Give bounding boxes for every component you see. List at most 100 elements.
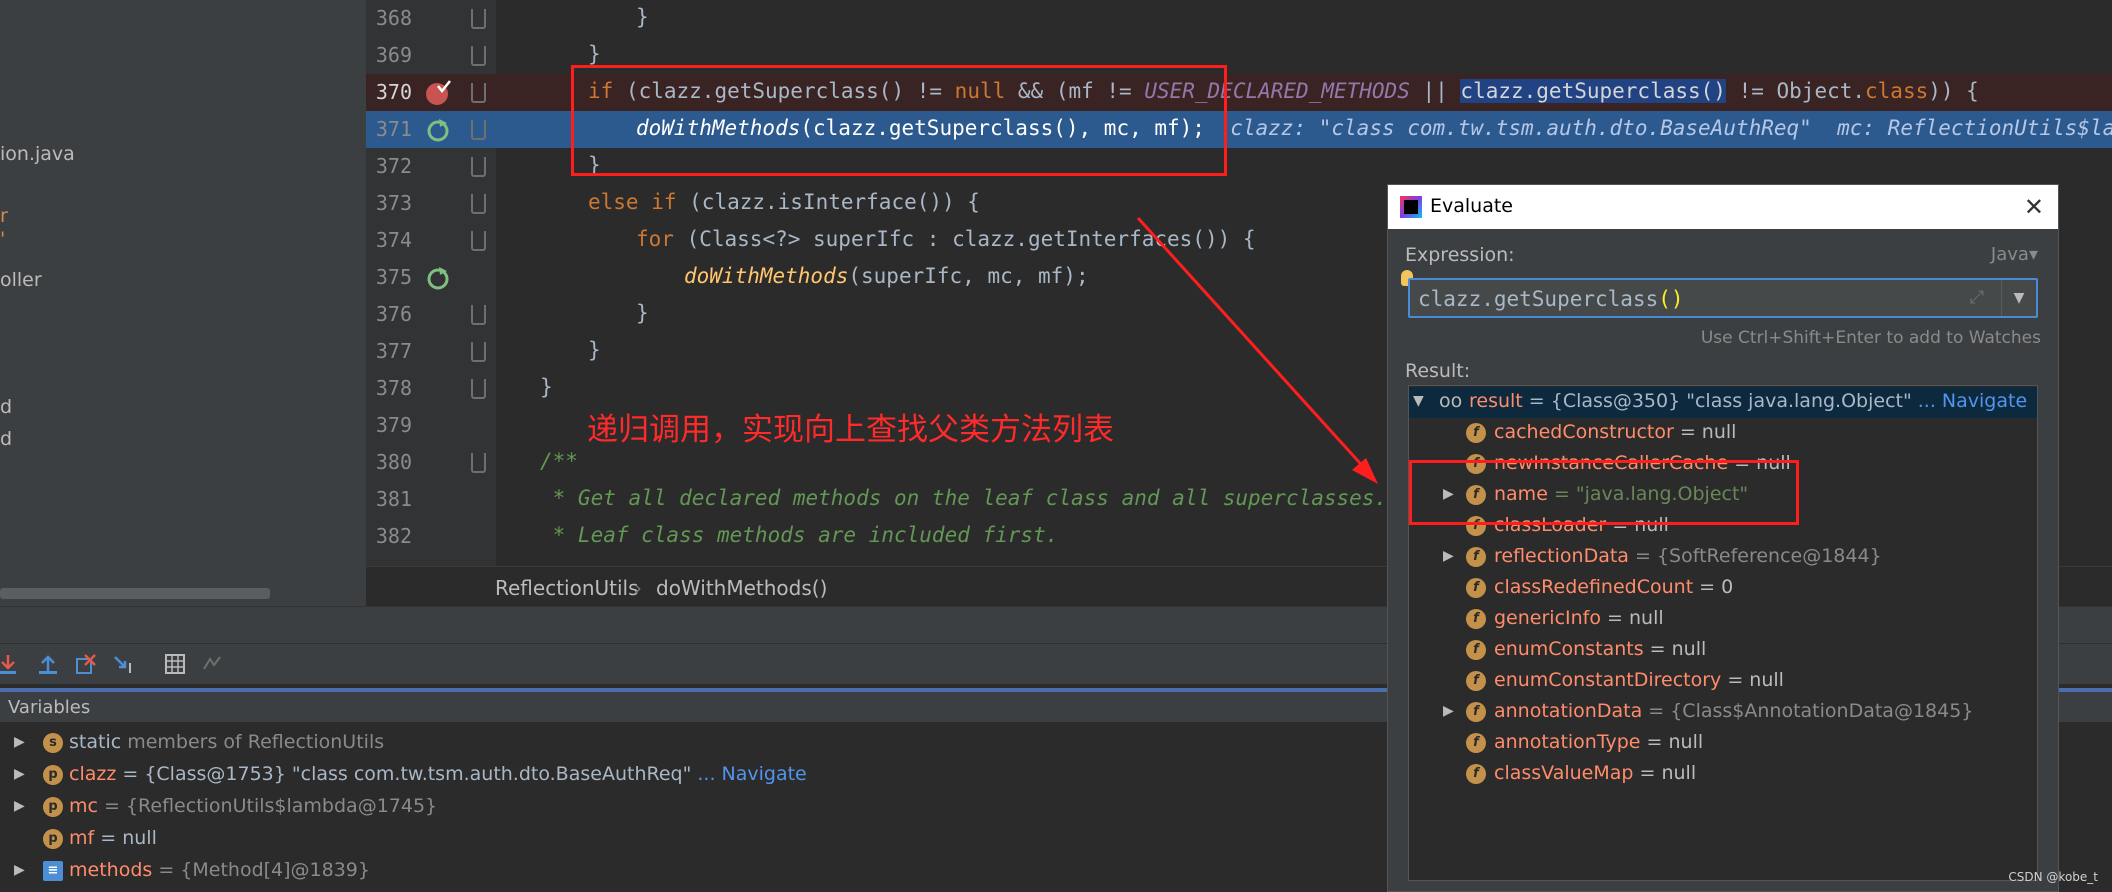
fold-marker-icon[interactable] [471, 305, 486, 325]
field-row[interactable]: f annotationType = null [1409, 728, 2037, 759]
watches-hint: Use Ctrl+Shift+Enter to add to Watches [1700, 328, 2041, 348]
fold-marker-icon[interactable] [471, 46, 486, 66]
language-dropdown[interactable]: Java▾ [1991, 244, 2038, 265]
field-row[interactable]: f classRedefinedCount = 0 [1409, 573, 2037, 604]
expression-input[interactable]: clazz.getSuperclass() ⤢ ▼ [1408, 278, 2038, 318]
variables-title: Variables [8, 697, 91, 718]
field-row[interactable]: ▶ f reflectionData = {SoftReference@1844… [1409, 542, 2037, 573]
run-to-cursor-icon[interactable] [112, 651, 138, 677]
fold-marker-icon[interactable] [471, 83, 486, 103]
fold-marker-icon[interactable] [471, 379, 486, 399]
code-text: } [588, 338, 601, 362]
breadcrumb-item[interactable]: doWithMethods() [656, 576, 827, 600]
fold-marker-icon[interactable] [471, 157, 486, 177]
field-icon: f [1466, 764, 1486, 784]
expand-editor-icon[interactable]: ⤢ [1970, 287, 1984, 308]
code-text: /** [540, 449, 578, 473]
evaluate-expression-icon[interactable] [162, 651, 188, 677]
line-number: 371 [375, 117, 412, 141]
line-number: 373 [375, 191, 412, 215]
array-badge-icon: ≡ [43, 861, 63, 881]
expand-arrow-icon[interactable]: ▶ [1443, 703, 1454, 719]
method-recursion-icon[interactable] [425, 117, 451, 143]
field-row[interactable]: ▶ f annotationData = {Class$AnnotationDa… [1409, 697, 2037, 728]
breakpoint-icon[interactable] [425, 80, 451, 106]
field-row[interactable]: f enumConstantDirectory = null [1409, 666, 2037, 697]
expand-arrow-icon[interactable]: ▶ [1443, 548, 1454, 564]
line-number: 382 [375, 524, 412, 548]
parameter-badge-icon: p [43, 797, 63, 817]
drop-frame-icon[interactable] [73, 651, 99, 677]
project-item[interactable]: d [0, 428, 12, 450]
field-row[interactable]: f enumConstants = null [1409, 635, 2037, 666]
variable-row[interactable]: ▶ s static members of ReflectionUtils [0, 728, 1380, 760]
code-text: } [540, 375, 553, 399]
project-item[interactable]: ' [0, 228, 5, 250]
code-text: } [588, 42, 601, 66]
project-item[interactable]: oller [0, 269, 42, 291]
chevron-right-icon: › [634, 576, 642, 600]
code-text: * Get all declared methods on the leaf c… [540, 486, 1388, 510]
variable-row[interactable]: ▶ p clazz = {Class@1753} "class com.tw.t… [0, 760, 1380, 792]
code-text: for (Class<?> superIfc : clazz.getInterf… [636, 227, 1256, 251]
chevron-down-icon: ▾ [2028, 244, 2038, 265]
field-icon: f [1466, 547, 1486, 567]
line-number: 377 [375, 339, 412, 363]
field-row[interactable]: f genericInfo = null [1409, 604, 2037, 635]
fold-marker-icon[interactable] [471, 120, 486, 140]
watermark: CSDN @kobe_t [2008, 870, 2098, 884]
fold-marker-icon[interactable] [471, 453, 486, 473]
fold-marker-icon[interactable] [471, 342, 486, 362]
project-item[interactable]: d [0, 396, 12, 418]
code-text: } [636, 5, 649, 29]
field-row[interactable]: f cachedConstructor = null [1409, 418, 2037, 449]
variable-row[interactable]: ▶ ≡ methods = {Method[4]@1839} [0, 856, 1380, 888]
field-icon: f [1466, 640, 1486, 660]
collapse-arrow-icon[interactable]: ▼ [1413, 393, 1424, 409]
code-text: } [636, 301, 649, 325]
method-recursion-icon[interactable] [425, 265, 451, 291]
step-into-icon[interactable] [0, 651, 22, 677]
code-text: * Leaf class methods are included first. [540, 523, 1059, 547]
project-scrollbar[interactable] [0, 588, 270, 599]
fold-marker-icon[interactable] [471, 194, 486, 214]
breadcrumb-item[interactable]: ReflectionUtils [495, 576, 639, 600]
field-icon: f [1466, 671, 1486, 691]
field-icon: f [1466, 702, 1486, 722]
code-line: 368 } [366, 0, 2112, 37]
field-icon: f [1466, 423, 1486, 443]
variable-row[interactable]: ▶ p mc = {ReflectionUtils$lambda@1745} [0, 792, 1380, 824]
close-icon[interactable]: ✕ [2024, 193, 2044, 221]
step-out-icon[interactable] [35, 651, 61, 677]
trace-icon[interactable] [200, 651, 226, 677]
fold-marker-icon[interactable] [471, 9, 486, 29]
variable-row[interactable]: p mf = null [0, 824, 1380, 856]
parameter-badge-icon: p [43, 765, 63, 785]
expand-arrow-icon[interactable]: ▶ [14, 862, 25, 878]
result-root-row[interactable]: ▼ oo result = {Class@350} "class java.la… [1409, 387, 2037, 418]
expand-arrow-icon[interactable]: ▶ [14, 766, 25, 782]
code-text: doWithMethods(superIfc, mc, mf); [684, 264, 1089, 288]
field-row[interactable]: f classValueMap = null [1409, 759, 2037, 790]
annotation-highlight-box [571, 65, 1227, 176]
evaluate-titlebar[interactable]: Evaluate ✕ [1388, 185, 2058, 229]
watch-glasses-icon: oo [1439, 390, 1463, 412]
expand-arrow-icon[interactable]: ▶ [14, 798, 25, 814]
evaluate-title: Evaluate [1430, 195, 1513, 217]
field-icon: f [1466, 609, 1486, 629]
code-text: else if (clazz.isInterface()) { [588, 190, 980, 214]
annotation-text: 递归调用，实现向上查找父类方法列表 [587, 412, 1114, 448]
static-badge-icon: s [43, 733, 63, 753]
fold-marker-icon[interactable] [471, 231, 486, 251]
line-number: 372 [375, 154, 412, 178]
project-item[interactable]: r [0, 205, 8, 227]
line-number: 379 [375, 413, 412, 437]
intellij-logo-icon [1400, 196, 1422, 218]
line-number: 380 [375, 450, 412, 474]
project-item[interactable]: ion.java [0, 143, 75, 165]
history-dropdown-icon[interactable]: ▼ [2001, 280, 2036, 316]
line-number: 368 [375, 6, 412, 30]
expand-arrow-icon[interactable]: ▶ [14, 734, 25, 750]
field-icon: f [1466, 578, 1486, 598]
parameter-badge-icon: p [43, 829, 63, 849]
